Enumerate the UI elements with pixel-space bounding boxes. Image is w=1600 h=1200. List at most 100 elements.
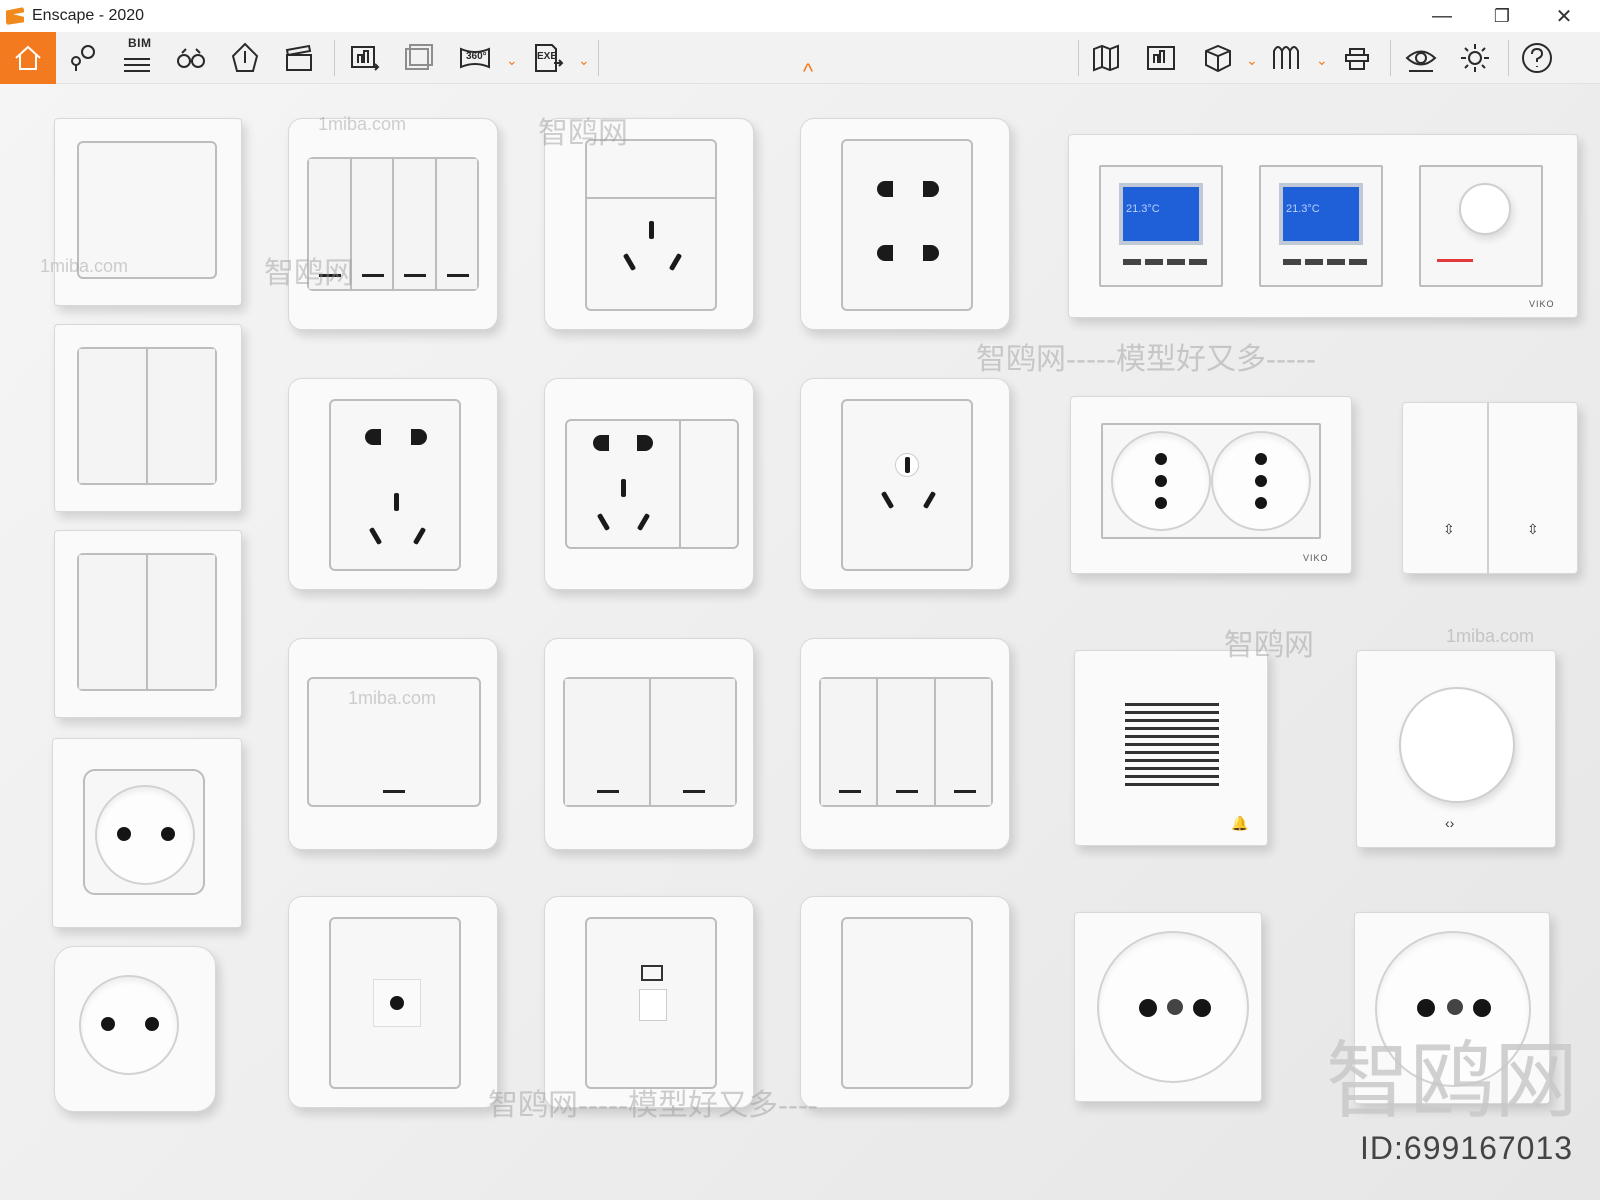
visual-settings-button[interactable]	[1400, 38, 1442, 78]
socket-hole	[101, 1017, 115, 1031]
help-icon	[1522, 43, 1552, 73]
switch-rocker	[307, 677, 481, 807]
indicator-led	[597, 790, 619, 793]
render-viewport[interactable]: ^ 21.3°C 21.3°C VIKO VIKO ⇳ ⇳ 🔔 ‹› 1miba…	[0, 61, 1600, 1200]
window-title: Enscape - 2020	[32, 7, 145, 24]
settings-cap-button[interactable]	[1336, 38, 1378, 78]
batch-render-icon	[405, 44, 433, 70]
rj45-port	[639, 989, 667, 1021]
brand-label: VIKO	[1529, 299, 1555, 309]
socket-frame	[329, 399, 461, 571]
screenshot-icon	[351, 46, 380, 71]
minimize-button[interactable]: —	[1412, 0, 1472, 32]
panorama-dropdown-chevron-icon[interactable]: ⌄	[506, 52, 518, 69]
thermostat-display: 21.3°C	[1119, 183, 1203, 245]
indicator-led	[896, 790, 919, 793]
socket-hole	[1167, 999, 1183, 1015]
socket-pin	[905, 457, 910, 473]
rocker-divider	[1487, 403, 1489, 573]
socket-hole	[1447, 999, 1463, 1015]
material-editor-icon	[1273, 46, 1299, 69]
round-socket-plate	[1354, 912, 1550, 1104]
collapse-toolbar-chevron-icon[interactable]: ^	[796, 61, 820, 83]
bim-button[interactable]: BIM	[116, 36, 158, 78]
binoculars-button[interactable]	[170, 38, 212, 78]
thermostat-indicator	[1437, 259, 1473, 262]
map-button[interactable]	[1086, 38, 1128, 78]
switch-rockers	[307, 157, 479, 291]
socket-hole	[1473, 999, 1491, 1017]
thermostat-temp: 21.3°C	[1286, 203, 1320, 215]
socket-pin	[649, 221, 654, 239]
help-button[interactable]	[1516, 38, 1558, 78]
settings-button[interactable]	[1454, 38, 1496, 78]
schuko-socket-plate	[54, 946, 216, 1112]
two-pin-double-socket-plate	[800, 118, 1010, 330]
close-button[interactable]: ✕	[1534, 0, 1594, 32]
title-bar: Enscape - 2020 — ❐ ✕	[0, 0, 1600, 32]
socket-pin	[923, 181, 939, 197]
socket-hole	[1155, 453, 1167, 465]
views-button[interactable]	[62, 38, 104, 78]
socket-pin	[923, 245, 939, 261]
screenshot-button[interactable]	[344, 38, 386, 78]
bim-info-button[interactable]	[1140, 38, 1182, 78]
socket-pin	[621, 479, 626, 497]
panorama-button[interactable]: 360°	[454, 38, 496, 78]
socket-pin	[636, 512, 651, 532]
material-dropdown-chevron-icon[interactable]: ⌄	[1316, 52, 1328, 69]
quad-switch-plate	[288, 118, 498, 330]
socket-hole	[1255, 475, 1267, 487]
exe-dropdown-chevron-icon[interactable]: ⌄	[578, 52, 590, 69]
batch-render-button[interactable]	[398, 38, 440, 78]
model-id-label: ID:699167013	[1360, 1130, 1574, 1166]
asset-dropdown-chevron-icon[interactable]: ⌄	[1246, 52, 1258, 69]
blind-switch-plate: ⇳ ⇳	[1402, 402, 1578, 574]
switch-rocker	[565, 679, 651, 805]
socket-hole	[117, 827, 131, 841]
home-button[interactable]	[0, 32, 56, 84]
indicator-led	[446, 274, 469, 277]
socket-round	[79, 975, 179, 1075]
socket-hole	[1155, 497, 1167, 509]
outlet-frame	[329, 917, 461, 1089]
material-editor-button[interactable]	[1266, 38, 1308, 78]
views-icon	[71, 45, 95, 71]
thermostat-buttons	[1123, 259, 1207, 265]
socket-pin	[922, 490, 937, 510]
restore-button[interactable]: ❐	[1472, 0, 1532, 32]
settings-cap-icon	[1345, 48, 1369, 70]
socket-round	[95, 785, 195, 885]
thermostat-temp: 21.3°C	[1126, 203, 1160, 215]
exe-export-button[interactable]: EXE	[526, 38, 568, 78]
exe-label: EXE	[537, 51, 558, 62]
bim-info-icon	[1147, 46, 1175, 70]
socket-hole	[1255, 453, 1267, 465]
socket-switch-rocker	[587, 141, 715, 199]
socket-pin	[394, 493, 399, 511]
watermark: 1miba.com	[1446, 626, 1535, 646]
socket-round	[1211, 431, 1311, 531]
switch-rocker	[148, 349, 215, 483]
toolbar-separator	[1508, 40, 1509, 76]
socket-switch-rocker	[679, 421, 737, 547]
asset-library-button[interactable]	[1196, 38, 1238, 78]
coax-port	[373, 979, 421, 1027]
blank-plate	[800, 896, 1010, 1108]
digital-thermostat: 21.3°C	[1099, 165, 1223, 287]
brand-label: VIKO	[1303, 553, 1329, 563]
switch-rocker	[79, 555, 148, 689]
indicator-led	[839, 790, 861, 793]
socket-hole	[1417, 999, 1435, 1017]
digital-thermostat: 21.3°C	[1259, 165, 1383, 287]
objects-button[interactable]	[224, 38, 266, 78]
socket-hole	[1155, 475, 1167, 487]
socket-frame	[841, 399, 973, 571]
indicator-led	[319, 274, 341, 277]
video-editor-button[interactable]	[278, 38, 320, 78]
home-icon	[15, 45, 41, 70]
double-schuko-socket-plate: VIKO	[1070, 396, 1352, 574]
switch-rockers	[819, 677, 993, 807]
analog-thermostat	[1419, 165, 1543, 287]
socket-pin	[593, 435, 609, 451]
